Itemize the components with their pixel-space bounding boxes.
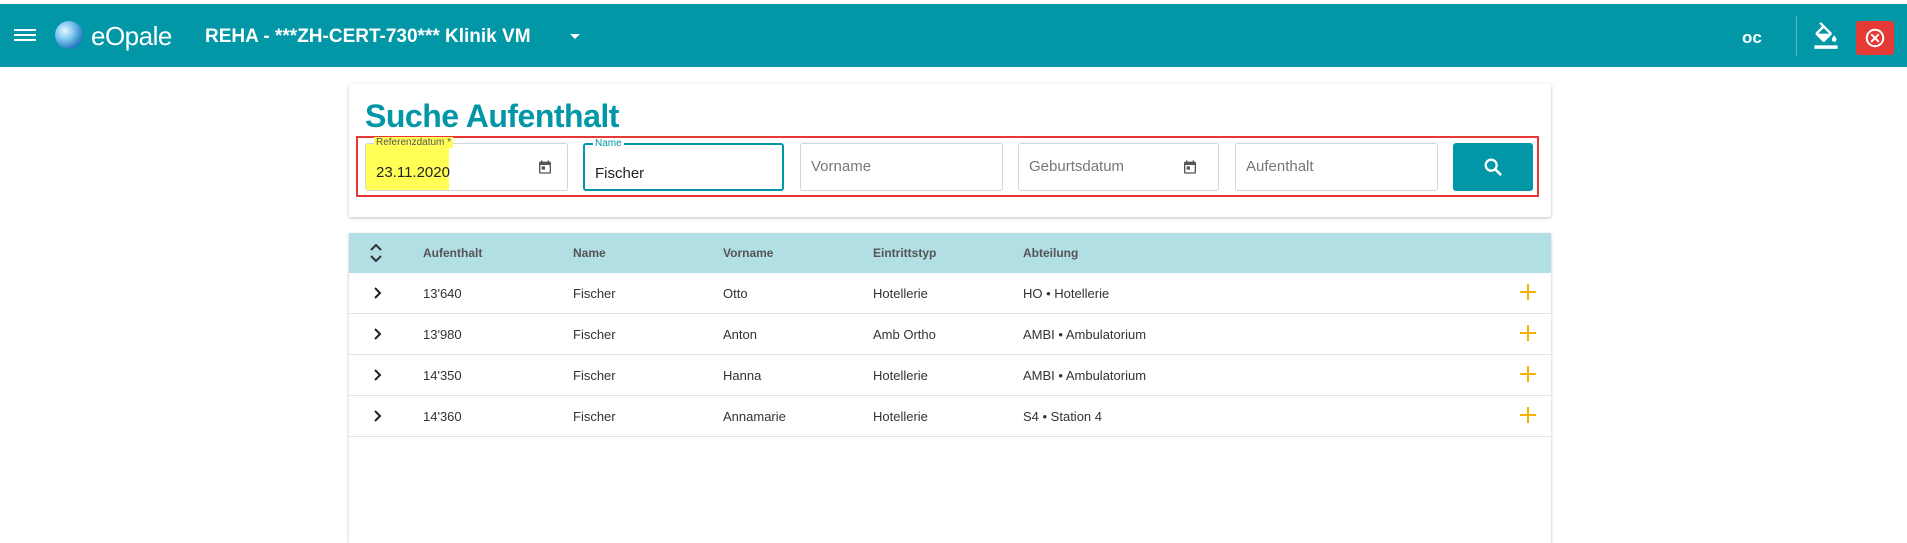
referenzdatum-label: Referenzdatum * [374,137,454,148]
globe-logo-icon [55,21,83,49]
cell-name: Fischer [573,327,616,342]
geburtsdatum-placeholder: Geburtsdatum [1029,158,1125,175]
aufenthalt-field[interactable]: Aufenthalt [1235,143,1438,191]
column-header-aufenthalt[interactable]: Aufenthalt [423,246,482,260]
cell-name: Fischer [573,409,616,424]
cell-name: Fischer [573,286,616,301]
column-header-vorname[interactable]: Vorname [723,246,773,260]
calendar-icon[interactable] [1182,159,1198,175]
top-app-bar: eOpale REHA - ***ZH-CERT-730*** Klinik V… [0,0,1907,67]
add-icon[interactable] [1519,324,1537,342]
close-circle-icon [1865,28,1885,48]
chevron-down-icon[interactable] [570,34,580,39]
name-label: Name [593,138,624,149]
cell-eintrittstyp: Hotellerie [873,409,928,424]
cell-vorname: Otto [723,286,748,301]
search-button[interactable] [1453,143,1533,191]
column-header-abteilung[interactable]: Abteilung [1023,246,1078,260]
geburtsdatum-field[interactable]: Geburtsdatum [1018,143,1219,191]
table-row[interactable]: 13'980 Fischer Anton Amb Ortho AMBI • Am… [349,314,1551,355]
add-icon[interactable] [1519,283,1537,301]
column-header-eintrittstyp[interactable]: Eintrittstyp [873,246,936,260]
cell-aufenthalt: 13'640 [423,286,462,301]
header-divider [1796,16,1797,56]
table-row[interactable]: 14'360 Fischer Annamarie Hotellerie S4 •… [349,396,1551,437]
paint-bucket-icon[interactable] [1812,22,1840,50]
app-logo-text: eOpale [91,21,172,51]
add-icon[interactable] [1519,365,1537,383]
column-header-name[interactable]: Name [573,246,606,260]
referenzdatum-value: 23.11.2020 [376,164,450,181]
chevron-right-icon[interactable] [371,409,385,423]
user-initials[interactable]: oc [1742,28,1762,48]
chevron-right-icon[interactable] [371,286,385,300]
cell-abteilung: AMBI • Ambulatorium [1023,368,1147,383]
cell-vorname: Annamarie [723,409,786,424]
chevron-right-icon[interactable] [371,327,385,341]
aufenthalt-placeholder: Aufenthalt [1246,158,1314,175]
menu-icon[interactable] [14,26,36,44]
table-row[interactable]: 13'640 Fischer Otto Hotellerie HO • Hote… [349,273,1551,314]
cell-eintrittstyp: Hotellerie [873,286,928,301]
search-icon [1484,158,1502,176]
cell-eintrittstyp: Hotellerie [873,368,928,383]
table-row[interactable]: 14'350 Fischer Hanna Hotellerie AMBI • A… [349,355,1551,396]
add-icon[interactable] [1519,406,1537,424]
cell-abteilung: AMBI • Ambulatorium [1023,327,1147,342]
cell-aufenthalt: 14'360 [423,409,462,424]
referenzdatum-field[interactable]: Referenzdatum * 23.11.2020 [365,137,568,191]
search-card: Suche Aufenthalt Referenzdatum * 23.11.2… [349,84,1551,217]
vorname-placeholder: Vorname [811,158,872,175]
cell-aufenthalt: 13'980 [423,327,462,342]
unfold-icon[interactable] [369,241,383,265]
vorname-field[interactable]: Vorname [800,143,1003,191]
cell-aufenthalt: 14'350 [423,368,462,383]
close-button[interactable] [1856,21,1894,55]
name-value: Fischer [595,165,645,182]
name-field[interactable]: Name Fischer [583,138,784,191]
chevron-right-icon[interactable] [371,368,385,382]
cell-vorname: Anton [723,327,757,342]
page-title: Suche Aufenthalt [365,98,619,134]
table-header: Aufenthalt Name Vorname Eintrittstyp Abt… [349,233,1551,273]
cell-vorname: Hanna [723,368,762,383]
cell-eintrittstyp: Amb Ortho [873,327,936,342]
calendar-icon[interactable] [537,159,553,175]
results-table: Aufenthalt Name Vorname Eintrittstyp Abt… [349,233,1551,543]
cell-abteilung: HO • Hotellerie [1023,286,1110,301]
cell-abteilung: S4 • Station 4 [1023,409,1102,424]
cell-name: Fischer [573,368,616,383]
tenant-selector-label[interactable]: REHA - ***ZH-CERT-730*** Klinik VM [205,26,531,48]
